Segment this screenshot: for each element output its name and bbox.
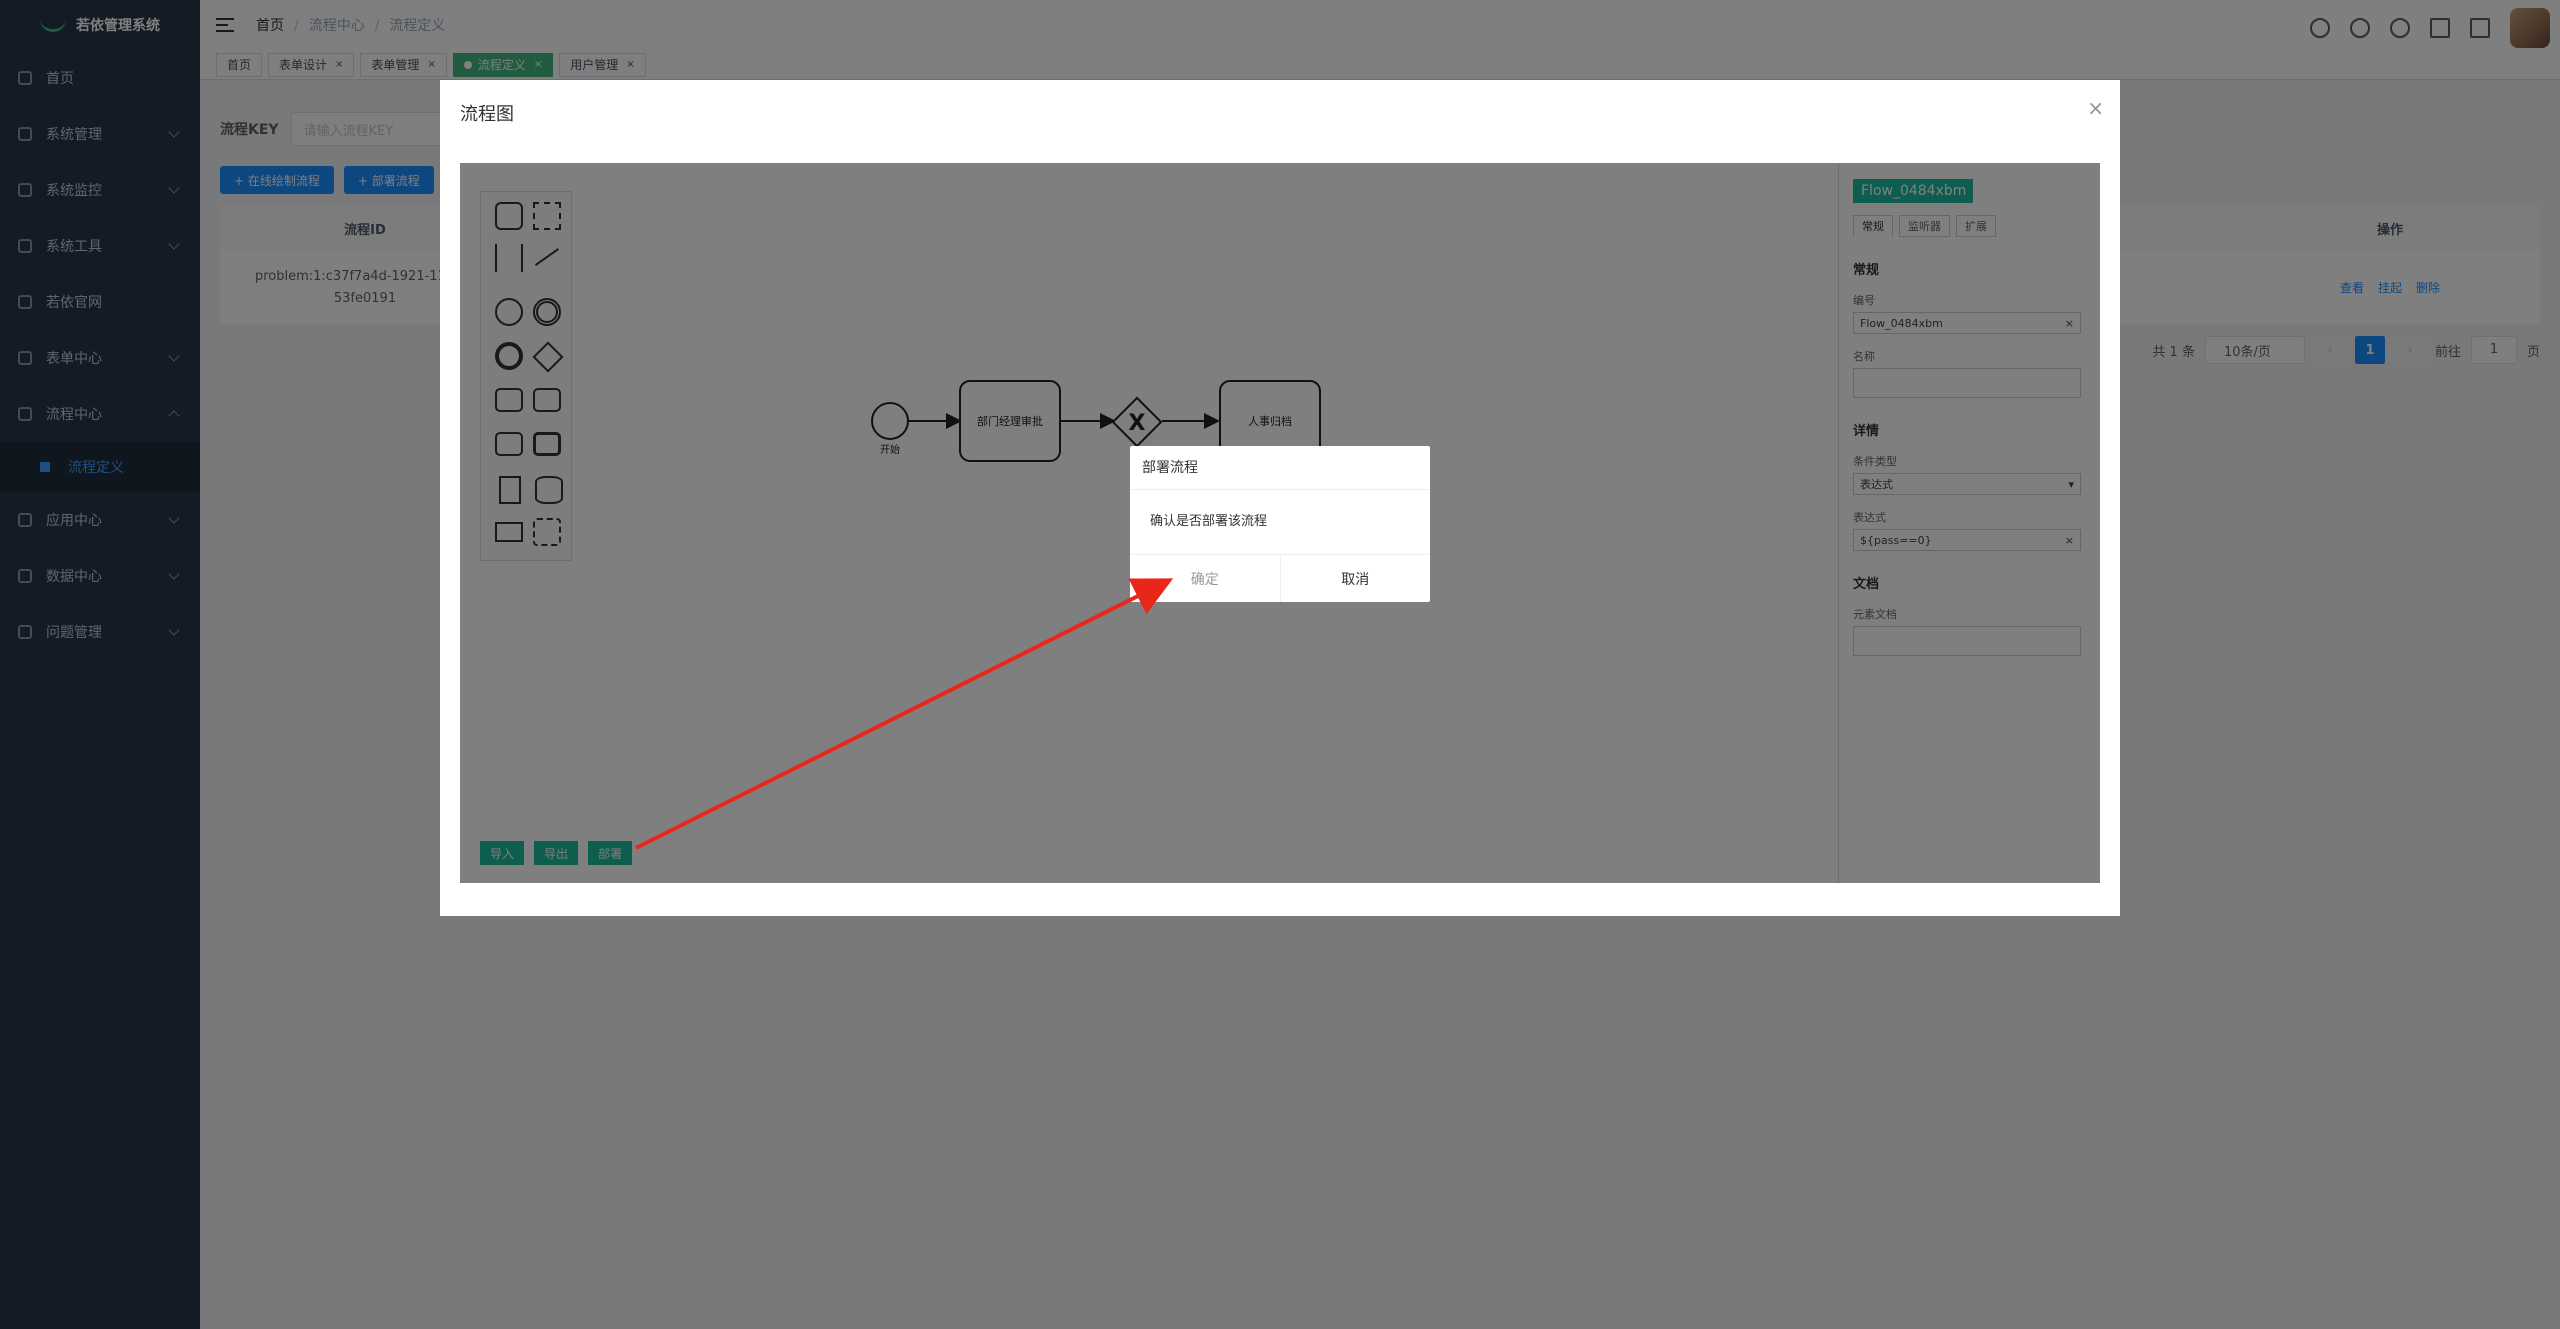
confirm-buttons: 确定 取消 (1130, 554, 1430, 602)
confirm-message: 确认是否部署该流程 (1150, 514, 1268, 529)
confirm-cancel-button[interactable]: 取消 (1281, 555, 1431, 602)
dialog-title: 流程图 (460, 104, 514, 125)
confirm-ok-button[interactable]: 确定 (1130, 555, 1281, 602)
confirm-title: 部署流程 (1130, 446, 1430, 490)
close-icon[interactable]: × (2087, 96, 2104, 120)
deploy-confirm-dialog: 部署流程 确认是否部署该流程 确定 取消 (1130, 446, 1430, 602)
